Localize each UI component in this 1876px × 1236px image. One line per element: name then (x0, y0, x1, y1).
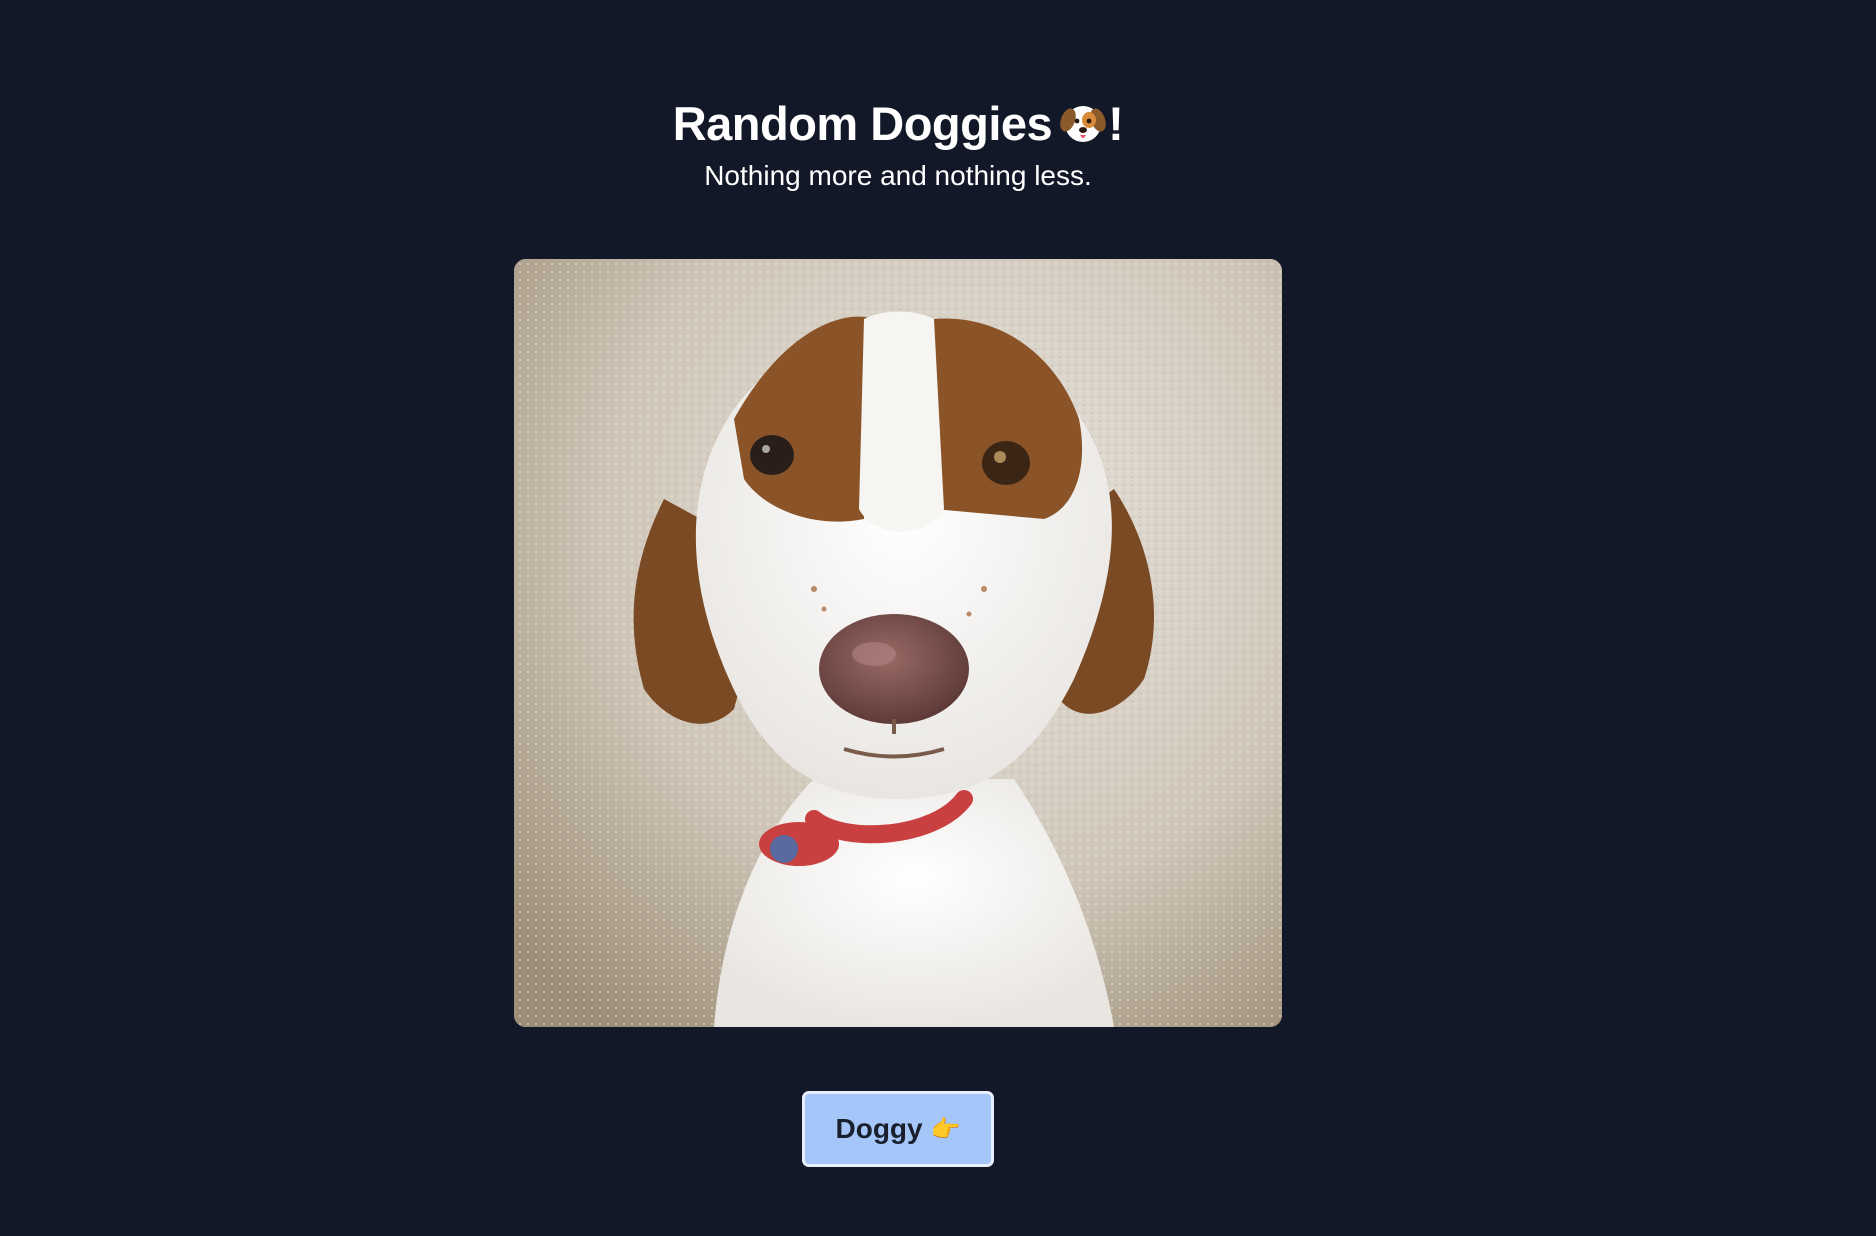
doggy-button[interactable]: Doggy 👉 (802, 1091, 994, 1167)
dog-photo (514, 259, 1282, 1027)
dog-photo-illustration (514, 259, 1282, 1027)
doggy-button-label: Doggy (835, 1113, 923, 1144)
title-suffix: ! (1108, 97, 1124, 150)
page: Random Doggies ! Nothing more and nothin… (0, 0, 1876, 1236)
dog-face-icon (1060, 98, 1106, 162)
pointing-hand-icon: 👉 (930, 1115, 961, 1143)
page-subtitle: Nothing more and nothing less. (704, 160, 1092, 191)
title-text: Random Doggies (672, 97, 1053, 150)
page-title: Random Doggies ! (0, 92, 1796, 162)
